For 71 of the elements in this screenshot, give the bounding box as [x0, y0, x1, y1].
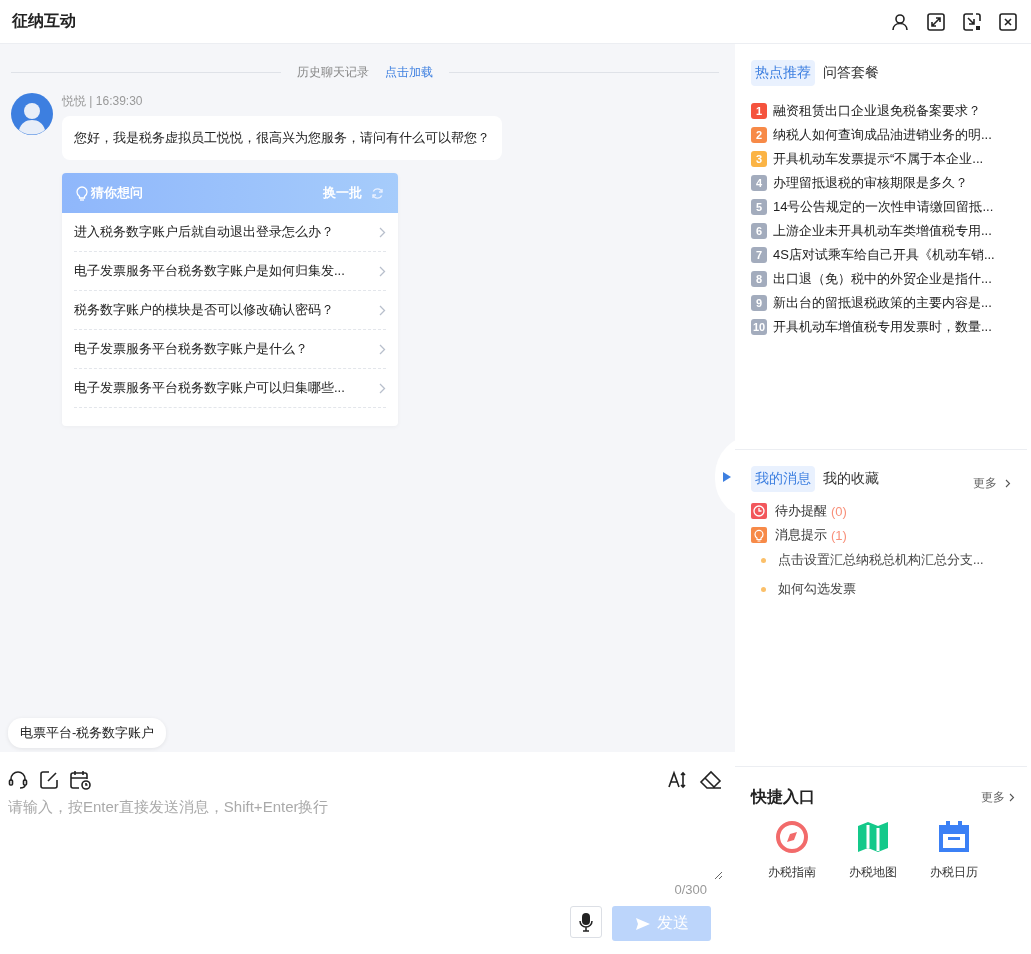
microphone-icon[interactable]: [579, 912, 593, 932]
rank-badge: 7: [751, 247, 767, 263]
message-category[interactable]: 待办提醒: [775, 502, 827, 520]
rank-badge: 4: [751, 175, 767, 191]
hot-question-link[interactable]: 开具机动车增值税专用发票时，数量...: [773, 318, 992, 336]
hot-question-link[interactable]: 上游企业未开具机动车类增值税专用...: [773, 222, 992, 240]
notice-link[interactable]: 如何勾选发票: [778, 581, 856, 598]
clock-icon: [751, 503, 767, 519]
compass-icon[interactable]: [774, 820, 809, 854]
window-title: 征纳互动: [12, 11, 76, 31]
eraser-icon[interactable]: [699, 770, 723, 790]
character-counter: 0/300: [673, 882, 708, 897]
shortcut-label[interactable]: 办税地图: [849, 864, 897, 881]
suggestion-item[interactable]: 进入税务数字账户后就自动退出登录怎么办？: [74, 213, 386, 252]
microphone-button[interactable]: [570, 906, 602, 938]
hot-question-link[interactable]: 开具机动车发票提示“不属于本企业...: [773, 150, 984, 168]
notice-link[interactable]: 点击设置汇总纳税总机构汇总分支...: [778, 552, 984, 569]
hot-question-link[interactable]: 新出台的留抵退税政策的主要内容是...: [773, 294, 992, 312]
lightbulb-icon: [751, 527, 767, 543]
message-category[interactable]: 消息提示: [775, 526, 827, 544]
message-input[interactable]: 请输入，按Enter直接发送消息，Shift+Enter换行: [8, 798, 723, 880]
hot-question-link[interactable]: 14号公告规定的一次性申请缴回留抵...: [773, 198, 994, 216]
chevron-right-icon[interactable]: [1005, 478, 1011, 488]
history-label: 历史聊天记录: [297, 64, 369, 81]
bullet-dot: [761, 558, 766, 563]
load-history-link[interactable]: 点击加载: [385, 64, 433, 81]
topic-chip[interactable]: 电票平台-税务数字账户: [8, 718, 167, 748]
suggestion-item[interactable]: 电子发票服务平台税务数字账户是如何归集发...: [74, 252, 386, 291]
sender-meta: 悦悦 | 16:39:30: [62, 93, 143, 110]
rank-badge: 2: [751, 127, 767, 143]
message-count: (1): [831, 527, 847, 543]
expand-icon[interactable]: [927, 12, 945, 31]
calendar-icon[interactable]: [937, 820, 972, 854]
rank-badge: 8: [751, 271, 767, 287]
tab[interactable]: 问答套餐: [819, 60, 883, 86]
hot-question-link[interactable]: 4S店对试乘车给自己开具《机动车销...: [773, 246, 995, 264]
hot-question-link[interactable]: 纳税人如何查询成品油进销业务的明...: [773, 126, 992, 144]
rank-badge: 3: [751, 151, 767, 167]
headset-icon[interactable]: [8, 770, 28, 790]
message-bubble: 您好，我是税务虚拟员工悦悦，很高兴为您服务，请问有什么可以帮您？: [62, 116, 502, 160]
hot-question-link[interactable]: 办理留抵退税的审核期限是多久？: [773, 174, 968, 192]
chevron-right-icon[interactable]: [1009, 793, 1015, 802]
tab[interactable]: 热点推荐: [751, 60, 815, 86]
hot-question-link[interactable]: 融资租赁出口企业退免税备案要求？: [773, 102, 981, 120]
edit-icon[interactable]: [39, 770, 59, 790]
suggestion-item[interactable]: 电子发票服务平台税务数字账户是什么？: [74, 330, 386, 369]
user-icon[interactable]: [891, 12, 909, 31]
rank-badge: 6: [751, 223, 767, 239]
close-icon[interactable]: [999, 12, 1017, 31]
more-link[interactable]: 更多: [981, 789, 1005, 806]
calendar-clock-icon[interactable]: [70, 770, 92, 790]
tab[interactable]: 我的消息: [751, 466, 815, 492]
more-link[interactable]: 更多: [973, 474, 997, 492]
font-size-icon[interactable]: [668, 770, 688, 790]
lightbulb-icon: [76, 185, 88, 201]
avatar-icon: [11, 93, 53, 135]
hot-question-link[interactable]: 出口退（免）税中的外贸企业是指什...: [773, 270, 992, 288]
shortcut-label[interactable]: 办税日历: [930, 864, 979, 881]
message-count: (0): [831, 503, 847, 519]
tab[interactable]: 我的收藏: [819, 466, 883, 492]
suggestion-item[interactable]: 税务数字账户的模块是否可以修改确认密码？: [74, 291, 386, 330]
bullet-dot: [761, 587, 766, 592]
minimize-icon[interactable]: [963, 12, 981, 31]
rank-badge: 9: [751, 295, 767, 311]
rank-badge: 10: [751, 319, 767, 335]
shortcut-label[interactable]: 办税指南: [767, 864, 816, 881]
section-title: 快捷入口: [751, 787, 815, 807]
rank-badge: 1: [751, 103, 767, 119]
suggestion-title: 猜你想问: [91, 184, 143, 202]
rank-badge: 5: [751, 199, 767, 215]
suggestion-item[interactable]: 电子发票服务平台税务数字账户可以归集哪些...: [74, 369, 386, 408]
